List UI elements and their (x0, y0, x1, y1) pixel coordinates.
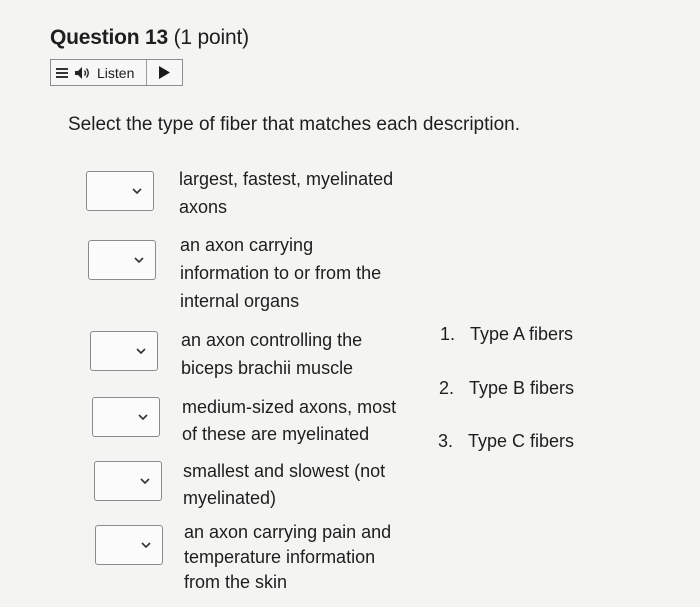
chevron-down-icon (123, 241, 155, 279)
item-description-5: smallest and slowest (not myelinated) (183, 461, 386, 508)
question-points: (1 point) (173, 26, 249, 49)
option-label: Type A fibers (470, 324, 574, 344)
instruction-text: Select the type of fiber that matches ea… (68, 114, 521, 135)
match-dropdown-6[interactable] (95, 525, 163, 565)
question-title: Question 13 (1 point) (50, 26, 249, 50)
item-description-2: an axon carrying information to or from … (180, 235, 382, 311)
item-description-1: largest, fastest, myelinated axons (179, 169, 394, 217)
question-number: Question 13 (50, 26, 168, 49)
chevron-down-icon (125, 332, 157, 370)
option-label: Type B fibers (469, 378, 575, 398)
match-dropdown-2[interactable] (88, 240, 156, 280)
option-item-1: 1. Type A fibers (440, 324, 573, 345)
listen-widget[interactable]: Listen (50, 59, 183, 86)
option-item-3: 3. Type C fibers (438, 431, 574, 452)
option-number: 3. (438, 431, 454, 451)
listen-divider (146, 60, 147, 85)
play-icon[interactable] (158, 66, 170, 84)
match-dropdown-1[interactable] (86, 171, 154, 211)
option-number: 2. (439, 378, 455, 398)
match-dropdown-4[interactable] (92, 397, 160, 437)
chevron-down-icon (129, 462, 161, 500)
item-description-6: an axon carrying pain and temperature in… (184, 522, 392, 592)
chevron-down-icon (127, 398, 159, 436)
option-item-2: 2. Type B fibers (439, 378, 574, 399)
menu-icon[interactable] (56, 67, 68, 79)
item-description-4: medium-sized axons, most of these are my… (182, 397, 397, 444)
listen-label: Listen (97, 64, 135, 81)
chevron-down-icon (121, 172, 153, 210)
speaker-icon (74, 66, 92, 80)
match-dropdown-3[interactable] (90, 331, 158, 371)
item-description-3: an axon controlling the biceps brachii m… (181, 330, 363, 378)
option-number: 1. (440, 324, 456, 344)
chevron-down-icon (130, 526, 162, 564)
option-label: Type C fibers (468, 431, 575, 451)
match-dropdown-5[interactable] (94, 461, 162, 501)
